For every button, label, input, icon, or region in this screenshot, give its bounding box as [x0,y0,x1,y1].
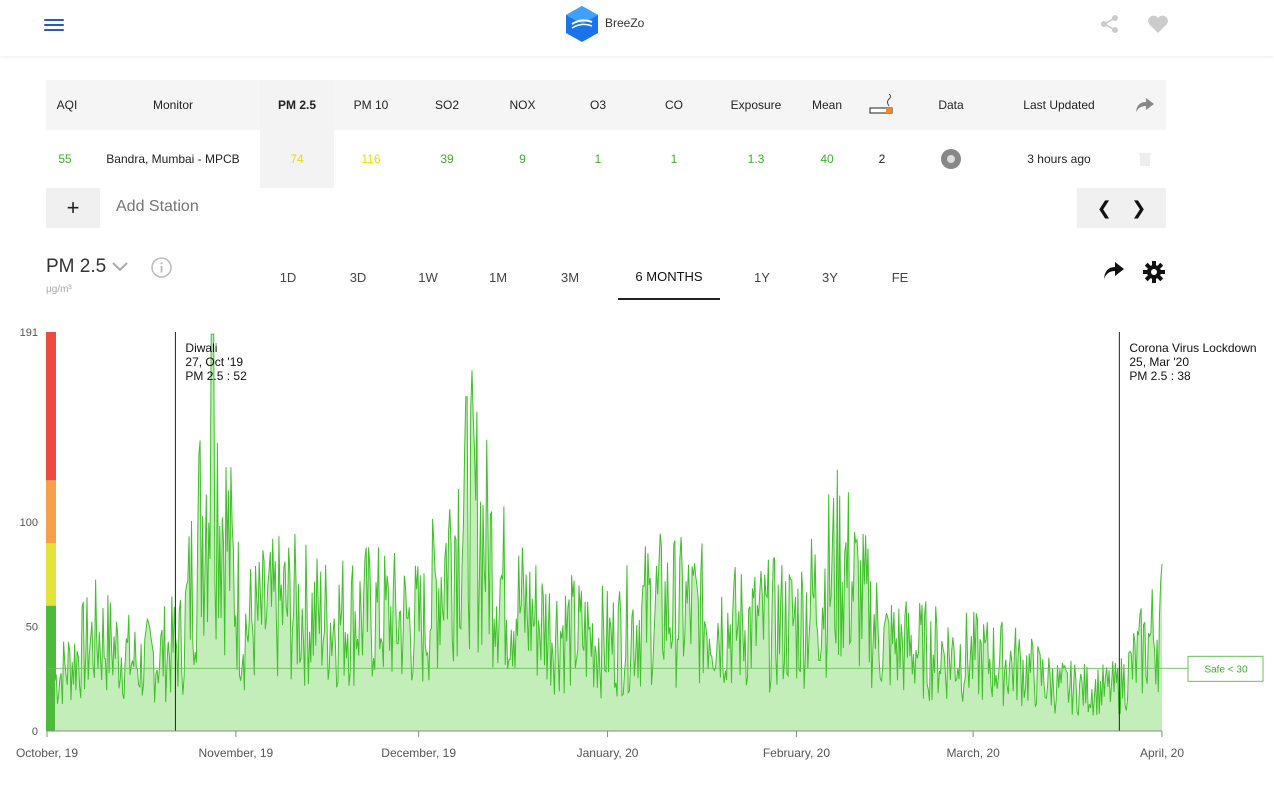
x-tick-label: November, 19 [199,746,274,760]
pm25-chart-svg[interactable]: 050100191 Safe < 30 Diwali27, Oct '19PM … [0,320,1274,780]
x-tick-label: October, 19 [16,746,78,760]
last-updated-value: 3 hours ago [1027,152,1091,166]
time-range-tabs: 1D 3D 1W 1M 3M 6 MONTHS 1Y 3Y FE [258,254,958,300]
col-o3[interactable]: O3 [560,80,636,130]
event-annotation-text: PM 2.5 : 52 [185,369,247,383]
brand-name: BreeZo [605,16,645,30]
so2-value: 39 [440,152,454,166]
col-mean[interactable]: Mean [800,80,854,130]
exposure-value: 1.3 [747,152,765,166]
cigarette-icon [862,80,902,130]
tab-1w[interactable]: 1W [398,254,458,300]
col-last-updated[interactable]: Last Updated [1004,80,1114,130]
favorite-heart-icon[interactable] [1147,14,1169,34]
col-aqi[interactable]: AQI [46,80,88,130]
chevron-down-icon[interactable] [112,262,128,272]
tab-3y[interactable]: 3Y [800,254,860,300]
tab-3d[interactable]: 3D [328,254,388,300]
mean-value: 40 [820,152,834,166]
share-table-icon[interactable] [1130,80,1160,130]
x-tick-label: December, 19 [381,746,456,760]
table-header: AQI Monitor PM 2.5 PM 10 SO2 NOX O3 CO E… [46,80,1166,130]
info-icon[interactable] [151,257,172,278]
event-annotation-text: Diwali [185,341,217,355]
aqi-band-moderate [46,542,56,606]
tab-1m[interactable]: 1M [468,254,528,300]
next-page-icon[interactable]: ❯ [1131,198,1146,219]
add-station-button[interactable]: + [46,188,100,228]
pm10-value: 116 [361,152,381,166]
share-chart-icon[interactable] [1104,262,1124,280]
add-station-row: + ❮ ❯ [46,188,1166,228]
monitor-name[interactable]: Bandra, Mumbai - MPCB [88,130,258,188]
tab-6-months[interactable]: 6 MONTHS [618,254,720,300]
event-annotation-text: 27, Oct '19 [185,355,243,369]
cigarettes-value: 2 [878,152,886,166]
aqi-band-severe [46,332,56,481]
col-so2[interactable]: SO2 [409,80,485,130]
prev-page-icon[interactable]: ❮ [1097,198,1112,219]
share-icon[interactable] [1100,14,1120,34]
col-monitor[interactable]: Monitor [88,80,258,130]
x-tick-label: January, 20 [577,746,639,760]
metric-unit: µg/m³ [46,284,72,295]
y-tick-label: 100 [20,517,38,529]
event-annotation-text: PM 2.5 : 38 [1129,369,1191,383]
nox-value: 9 [519,152,526,166]
co-value: 1 [670,152,678,166]
col-co[interactable]: CO [636,80,712,130]
col-pm10[interactable]: PM 10 [334,80,408,130]
breezo-logo [566,6,598,42]
col-pm25[interactable]: PM 2.5 [260,80,334,130]
pm25-value: 74 [260,130,334,188]
event-annotation-text: 25, Mar '20 [1129,355,1189,369]
aqi-value: 55 [58,152,72,166]
y-tick-label: 50 [26,622,38,634]
col-exposure[interactable]: Exposure [716,80,796,130]
y-tick-label: 191 [20,327,38,339]
station-table: AQI Monitor PM 2.5 PM 10 SO2 NOX O3 CO E… [46,80,1166,188]
table-pager: ❮ ❯ [1077,188,1166,228]
col-data[interactable]: Data [926,80,976,130]
gear-icon[interactable] [1143,261,1165,283]
add-station-input[interactable] [116,198,416,216]
tab-1d[interactable]: 1D [258,254,318,300]
aqi-band-poor [46,480,56,543]
o3-value: 1 [594,152,602,166]
x-tick-label: April, 20 [1140,746,1184,760]
x-tick-label: March, 20 [946,746,1000,760]
col-nox[interactable]: NOX [485,80,560,130]
delete-icon[interactable] [1130,130,1160,188]
table-row[interactable]: 55 Bandra, Mumbai - MPCB 74 116 39 9 1 1… [46,130,1166,188]
pm25-chart: 0 50 100 191 Safe < 30 Diwali 27, Oct '19 PM … [0,320,1274,780]
metric-selector[interactable]: PM 2.5 [46,256,106,278]
top-bar: BreeZo [0,0,1274,56]
hamburger-menu-icon[interactable] [44,16,64,32]
x-tick-label: February, 20 [763,746,830,760]
event-annotation-text: Corona Virus Lockdown [1129,341,1256,355]
safe-label: Safe < 30 [1204,664,1248,675]
tab-3m[interactable]: 3M [540,254,600,300]
data-status-icon[interactable] [926,130,976,188]
tab-fe[interactable]: FE [870,254,930,300]
y-tick-label: 0 [32,726,38,738]
tab-1y[interactable]: 1Y [732,254,792,300]
